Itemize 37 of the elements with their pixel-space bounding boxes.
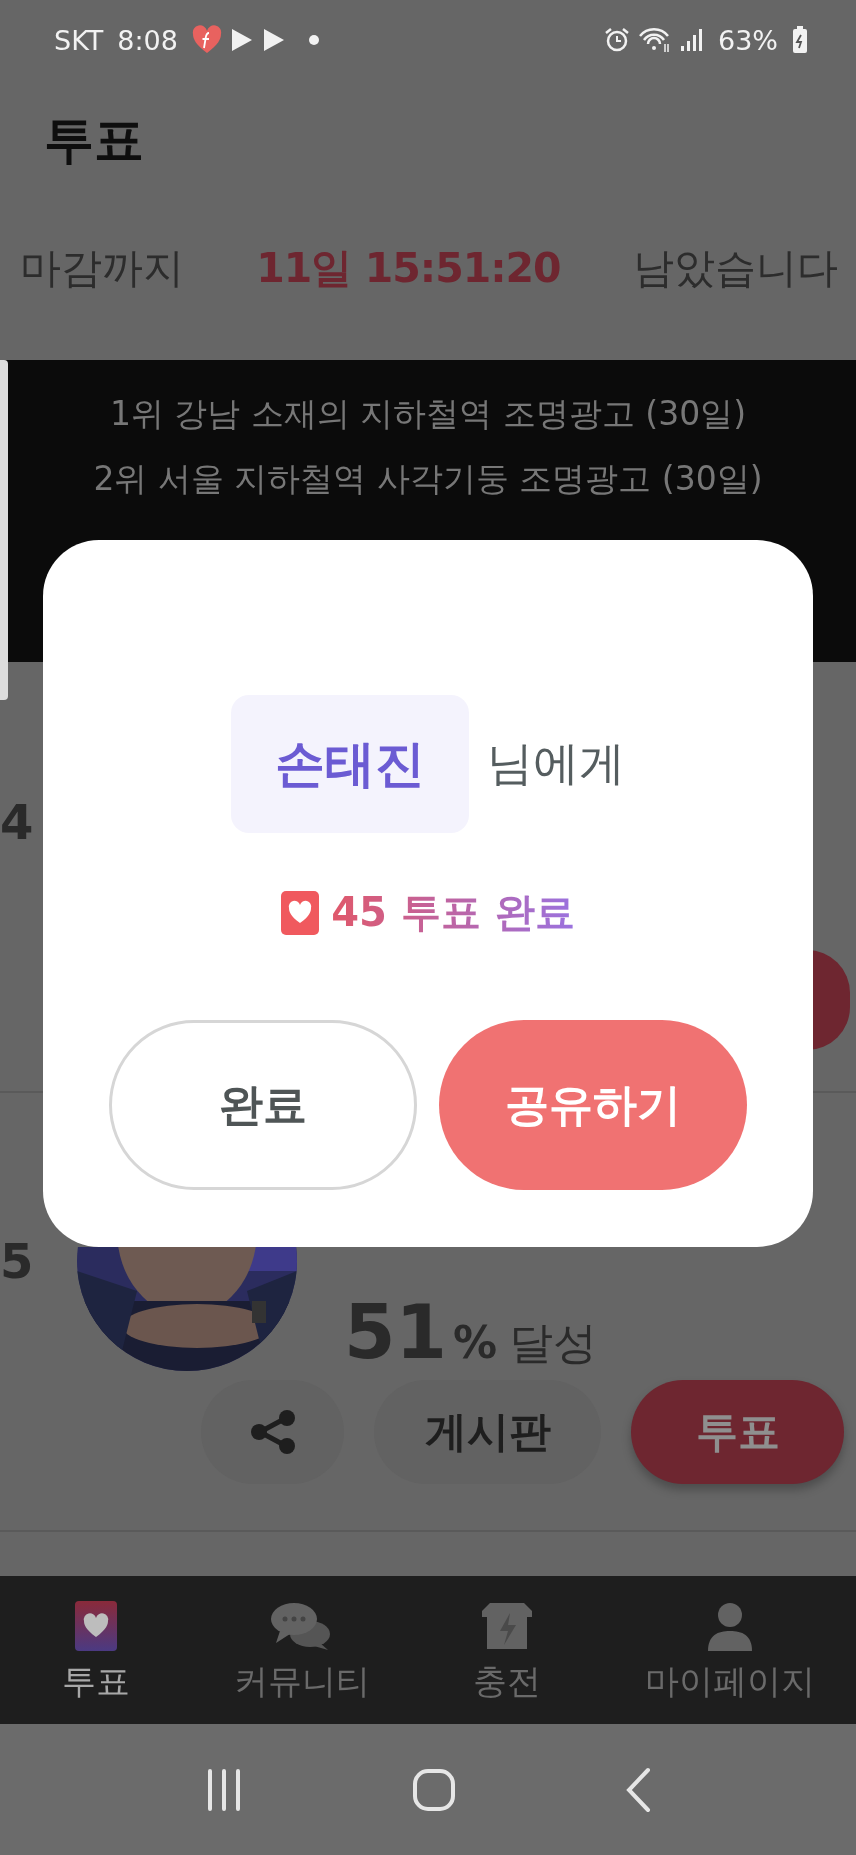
page-title: 투표 [44,109,144,171]
countdown-suffix: 남았습니다 [633,242,838,294]
carrier-label: SKT [54,24,104,56]
play-icon [261,27,286,53]
nav-tab[interactable]: 커뮤니티 [233,1595,370,1705]
app-heart-icon [191,25,222,55]
heart-card-icon [75,1601,118,1651]
wifi-icon [638,27,672,53]
person-icon [705,1601,754,1651]
countdown-time: 11일 15:51:20 [256,242,561,294]
heart-card-icon [281,890,320,935]
banner-line: 2위 서울 지하철역 사각기둥 조명광고 (30일) [93,458,763,500]
nav-tab[interactable]: 충전 [452,1595,563,1705]
alarm-icon [604,27,630,53]
percent-label: 달성 [509,1316,598,1370]
play-icon [229,27,254,53]
signal-icon [680,28,704,52]
clock-time: 8:08 [117,24,178,56]
rank-number: 5 [0,1233,34,1289]
rank-number: 4 [0,794,34,850]
recipient-suffix: 님에게 [487,735,625,792]
banner-line: 1위 강남 소재의 지하철역 조명광고 (30일) [109,393,747,435]
share-icon [249,1410,296,1454]
percent-value: 51 [344,1289,447,1375]
dot-icon [307,34,320,46]
battery-icon [792,26,808,54]
countdown-prefix: 마감까지 [20,242,184,294]
store-bolt-icon [480,1601,535,1651]
candidate-name-chip: 손태진 [231,695,469,833]
nav-tab[interactable]: 투표 [41,1595,152,1705]
board-button[interactable]: 게시판 [374,1380,602,1484]
nav-tab[interactable]: 마이페이지 [644,1595,815,1705]
vote-button[interactable]: 투표 [631,1380,844,1484]
percent-unit: % [453,1317,498,1368]
share-button[interactable]: 공유하기 [439,1020,747,1190]
battery-percent: 63% [718,24,778,56]
done-button[interactable]: 완료 [109,1020,417,1190]
